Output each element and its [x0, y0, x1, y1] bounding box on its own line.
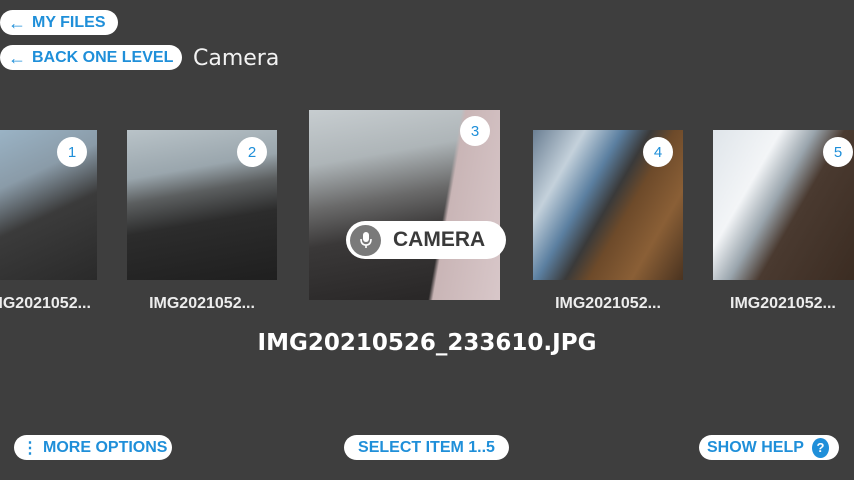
selected-filename: IMG20210526_233610.JPG	[257, 330, 597, 356]
item-number-badge: 2	[237, 137, 267, 167]
voice-command-pill: CAMERA	[346, 221, 506, 259]
thumbnail-caption: IMG2021052...	[0, 295, 91, 312]
thumbnail-item-1[interactable]: 1	[0, 130, 97, 280]
arrow-left-icon: ←	[8, 47, 26, 68]
arrow-left-icon: ←	[8, 12, 26, 33]
thumbnail-caption: IMG2021052...	[555, 295, 661, 312]
show-help-button[interactable]: SHOW HELP ?	[699, 435, 839, 460]
folder-title: Camera	[193, 46, 280, 71]
thumbnail-item-3[interactable]: 3	[309, 110, 500, 300]
item-number-badge: 4	[643, 137, 673, 167]
show-help-label: SHOW HELP	[707, 438, 804, 456]
my-files-label: MY FILES	[32, 13, 106, 31]
more-vertical-icon: ⋮	[22, 439, 38, 457]
thumbnail-caption: IMG2021052...	[149, 295, 255, 312]
select-item-button[interactable]: SELECT ITEM 1..5	[344, 435, 509, 460]
item-number-badge: 5	[823, 137, 853, 167]
select-item-label: SELECT ITEM 1..5	[358, 438, 495, 456]
more-options-button[interactable]: ⋮ MORE OPTIONS	[14, 435, 172, 460]
thumbnail-item-5[interactable]: 5	[713, 130, 854, 280]
microphone-icon	[350, 224, 381, 256]
back-one-level-label: BACK ONE LEVEL	[32, 48, 174, 66]
thumbnail-item-2[interactable]: 2	[127, 130, 277, 280]
my-files-button[interactable]: ← MY FILES	[0, 10, 118, 35]
voice-command-label: CAMERA	[393, 228, 486, 251]
thumbnail-caption: IMG2021052...	[730, 295, 836, 312]
item-number-badge: 1	[57, 137, 87, 167]
thumbnail-item-4[interactable]: 4	[533, 130, 683, 280]
help-icon: ?	[811, 437, 829, 458]
more-options-label: MORE OPTIONS	[43, 438, 168, 456]
back-one-level-button[interactable]: ← BACK ONE LEVEL	[0, 45, 182, 70]
item-number-badge: 3	[460, 116, 490, 146]
